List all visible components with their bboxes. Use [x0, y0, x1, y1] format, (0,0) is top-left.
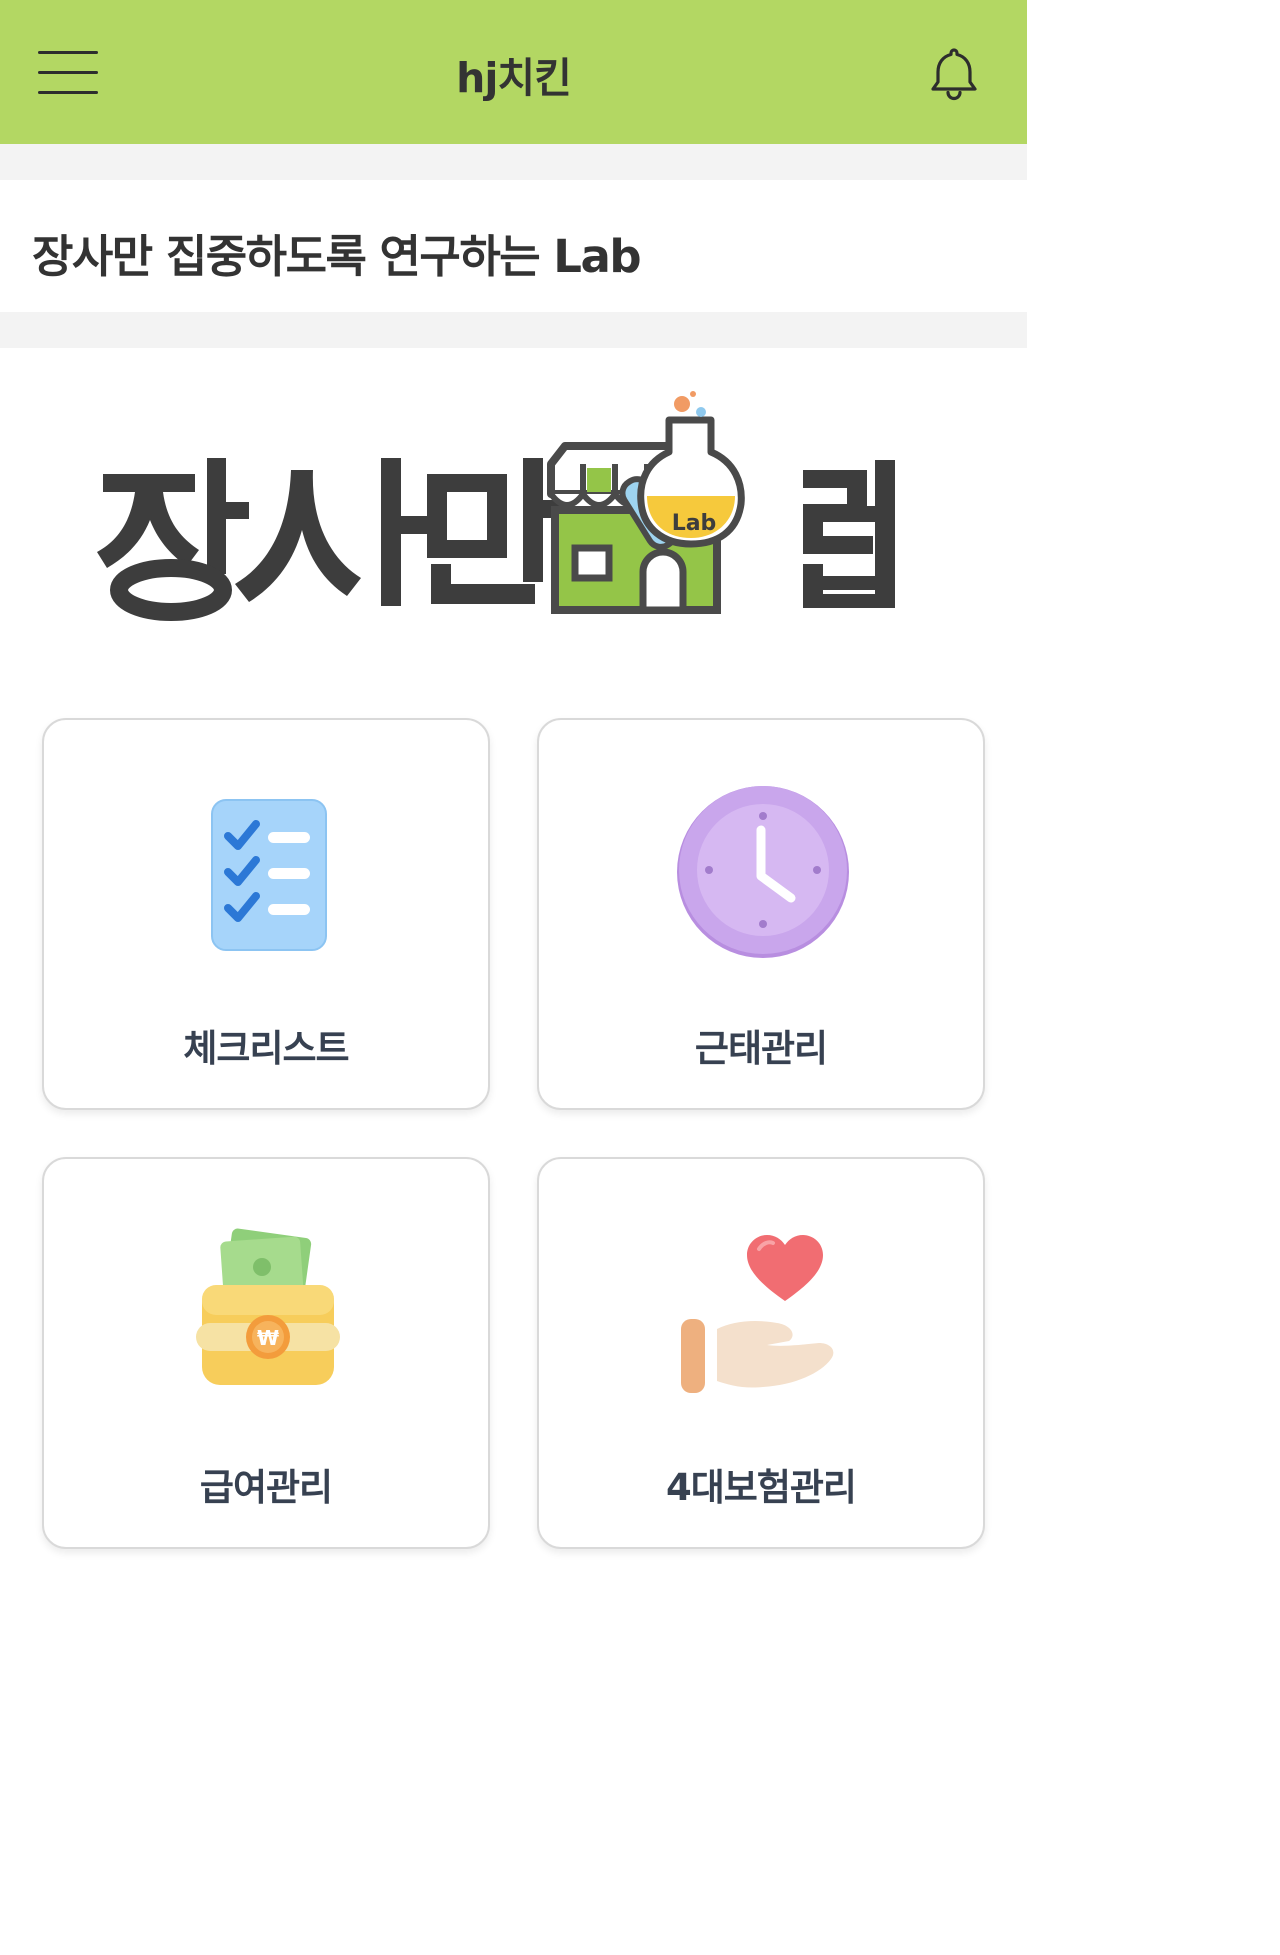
bell-icon[interactable] — [925, 44, 983, 102]
payroll-label: 급여관리 — [199, 1466, 333, 1509]
app-title: hj치킨 — [456, 54, 572, 102]
insurance-card[interactable]: 4대보험관리 — [537, 1157, 985, 1549]
heart-hand-icon — [673, 1219, 853, 1399]
brand-logo: Lab — [95, 390, 925, 630]
checklist-label: 체크리스트 — [183, 1027, 349, 1070]
checklist-icon — [178, 780, 358, 960]
payroll-card[interactable]: ₩ 급여관리 — [42, 1157, 490, 1549]
app-header: hj치킨 — [0, 0, 1027, 144]
section-divider — [0, 312, 1027, 348]
clock-icon — [673, 780, 853, 960]
attendance-label: 근태관리 — [694, 1027, 828, 1070]
insurance-label: 4대보험관리 — [666, 1466, 857, 1509]
svg-text:₩: ₩ — [257, 1326, 279, 1350]
logo-badge-text: Lab — [672, 511, 717, 536]
tagline-banner: 장사만 집중하도록 연구하는 Lab — [0, 180, 1027, 312]
attendance-card[interactable]: 근태관리 — [537, 718, 985, 1110]
checklist-card[interactable]: 체크리스트 — [42, 718, 490, 1110]
wallet-money-icon: ₩ — [178, 1219, 358, 1399]
tagline-text: 장사만 집중하도록 연구하는 Lab — [32, 230, 642, 283]
section-divider — [0, 144, 1027, 180]
